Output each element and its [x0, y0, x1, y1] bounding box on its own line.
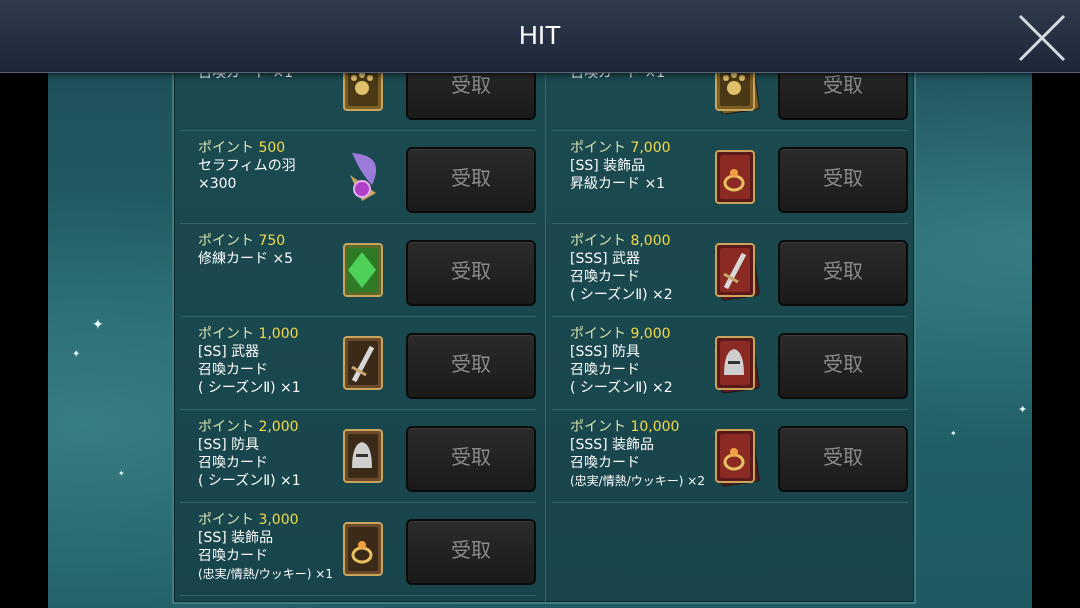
page-title: HIT — [519, 20, 561, 50]
red-sword-card-stack-icon — [704, 238, 764, 302]
ring-card-icon — [332, 517, 392, 581]
reward-panel: バディ召喚カード ×1受取ポイント 500セラフィムの羽×300受取ポイント 7… — [172, 47, 916, 604]
points-value: 500 — [258, 140, 286, 156]
reward-row: ポイント 1,000 [SS] 武器 召喚カード( シーズンⅡ) ×1 受取 — [180, 317, 536, 410]
red-ring-card-stack-icon — [704, 424, 764, 488]
close-icon — [1018, 14, 1066, 62]
sparkle-icon: ✦ — [950, 429, 957, 438]
reward-row: ポイント 9,000 [SSS] 防具 召喚カード( シーズンⅡ) ×2 受取 — [552, 317, 908, 410]
points-value: 1,000 — [258, 326, 299, 342]
claim-button[interactable]: 受取 — [778, 147, 908, 213]
claim-button[interactable]: 受取 — [778, 240, 908, 306]
claim-button[interactable]: 受取 — [406, 519, 536, 585]
green-gem-card-icon — [332, 238, 392, 302]
claim-button[interactable]: 受取 — [406, 147, 536, 213]
points-label: ポイント — [570, 140, 626, 156]
points-label: ポイント — [570, 419, 626, 435]
claim-button[interactable]: 受取 — [406, 426, 536, 492]
points-label: ポイント — [198, 140, 254, 156]
reward-row: ポイント 8,000 [SSS] 武器 召喚カード( シーズンⅡ) ×2 受取 — [552, 224, 908, 317]
right-edge — [1032, 72, 1080, 608]
points-label: ポイント — [198, 233, 254, 249]
points-label: ポイント — [570, 233, 626, 249]
claim-button[interactable]: 受取 — [406, 333, 536, 399]
reward-row: ポイント 7,000 [SS] 装飾品 昇級カード ×1 受取 — [552, 131, 908, 224]
points-label: ポイント — [198, 326, 254, 342]
title-bar: HIT — [0, 0, 1080, 73]
sparkle-icon: ✦ — [1018, 403, 1028, 416]
feather-icon — [332, 145, 392, 209]
sword-card-icon — [332, 331, 392, 395]
column-divider — [545, 62, 546, 602]
sparkle-icon: ✦ — [92, 317, 104, 333]
reward-row: ポイント 500 セラフィムの羽 ×300 受取 — [180, 131, 536, 224]
close-button[interactable] — [1014, 10, 1070, 66]
points-label: ポイント — [198, 419, 254, 435]
points-value: 8,000 — [630, 233, 671, 249]
points-value: 10,000 — [630, 419, 680, 435]
claim-button[interactable]: 受取 — [778, 426, 908, 492]
reward-row: ポイント 10,000 [SSS] 装飾品 召喚カード (忠実/情熱/ウッキー) ×2… — [552, 410, 908, 503]
fire-ring-card-icon — [704, 145, 764, 209]
claim-button[interactable]: 受取 — [778, 333, 908, 399]
points-value: 750 — [258, 233, 286, 249]
red-helmet-card-stack-icon — [704, 331, 764, 395]
points-value: 7,000 — [630, 140, 671, 156]
left-edge — [0, 72, 48, 608]
points-value: 3,000 — [258, 512, 299, 528]
reward-row: ポイント 2,000 [SS] 防具 召喚カード( シーズンⅡ) ×1 受取 — [180, 410, 536, 503]
sparkle-icon: ✦ — [118, 469, 125, 478]
sparkle-icon: ✦ — [72, 349, 81, 360]
points-label: ポイント — [198, 512, 254, 528]
reward-row: ポイント 3,000 [SS] 装飾品 召喚カード (忠実/情熱/ウッキー) ×1 受取 — [180, 503, 536, 596]
points-label: ポイント — [570, 326, 626, 342]
points-value: 2,000 — [258, 419, 299, 435]
claim-button[interactable]: 受取 — [406, 240, 536, 306]
points-value: 9,000 — [630, 326, 671, 342]
reward-row: ポイント 750 修練カード ×5 受取 — [180, 224, 536, 317]
helmet-card-icon — [332, 424, 392, 488]
